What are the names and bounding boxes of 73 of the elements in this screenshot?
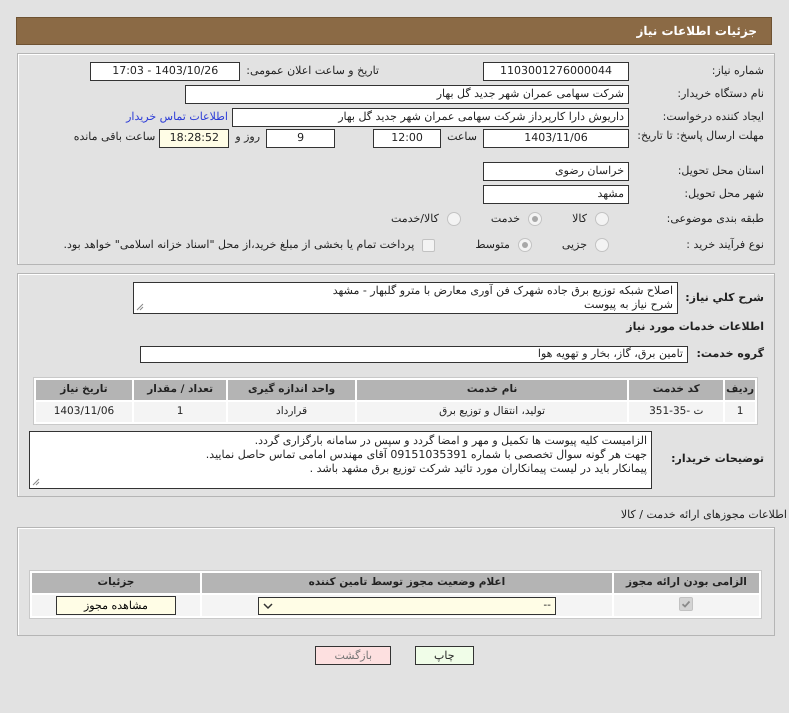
field-label: روز و — [235, 129, 260, 145]
table-cell: قرارداد — [228, 402, 355, 422]
column-header: ردیف — [725, 380, 755, 400]
text-field[interactable]: 1103001276000044 — [483, 62, 629, 80]
table-cell: 1403/11/06 — [36, 402, 132, 422]
text-field[interactable]: 9 — [266, 129, 336, 148]
contact-link[interactable]: اطلاعات تماس خریدار — [126, 108, 228, 126]
field-label: استان محل تحویل: — [676, 162, 765, 179]
text-field[interactable]: مشهد — [483, 184, 629, 204]
column-header: نام خدمت — [356, 380, 628, 400]
back-button[interactable]: بازگشت — [315, 646, 392, 665]
table-cell: 1 — [725, 402, 755, 422]
radio-label: جزیی — [562, 236, 587, 253]
text-line: اصلاح شبکه توزیع برق جاده شهرک فن آوری معارض با مترو گلبهار - مشهد — [332, 284, 673, 298]
field-label: ساعت باقی مانده — [74, 129, 156, 145]
field-label: گروه خدمت: — [695, 346, 765, 362]
radio-label: خدمت — [490, 210, 520, 227]
field-label: مهلت ارسال پاسخ: تا تاریخ: — [636, 129, 765, 142]
section-title: اطلاعات مجوزهای ارائه خدمت / کالا — [620, 508, 787, 520]
radio-button[interactable] — [595, 238, 609, 252]
notes-field[interactable] — [29, 430, 652, 488]
field-label: توضیحات خریدار: — [670, 451, 765, 468]
print-button[interactable]: چاپ — [415, 646, 474, 665]
text-field[interactable]: 12:00 — [373, 129, 442, 148]
text-field[interactable]: داریوش دارا کارپرداز شرکت سهامی عمران شهر جدید گل بهار — [232, 108, 629, 126]
resize-grip-icon[interactable] — [32, 478, 40, 486]
radio-label: کالا/خدمت — [391, 210, 439, 227]
checkmark-icon — [681, 598, 692, 609]
checkbox-label: پرداخت تمام یا بخشی از مبلغ خرید،از محل "اسناد خزانه اسلامی" خواهد بود. — [64, 236, 414, 253]
field-label: ایجاد کننده درخواست: — [662, 108, 765, 125]
text-line: شرح نیاز به پیوست — [583, 298, 673, 312]
radio-button[interactable] — [595, 212, 609, 226]
field-label: نام دستگاه خریدار: — [676, 86, 765, 102]
radio-label: کالا — [572, 210, 587, 227]
column-header: واحد اندازه گیری — [228, 380, 355, 400]
table-cell: ت -35-351 — [629, 402, 724, 422]
caret-icon — [262, 602, 273, 610]
field-label: نوع فرآیند خرید : — [685, 236, 765, 253]
field-label: ساعت — [447, 129, 477, 145]
radio-label: متوسط — [475, 236, 510, 253]
column-header: الزامی بودن ارائه مجوز — [614, 573, 759, 593]
column-header: جزئیات — [32, 573, 200, 593]
text-line: الزامیست کلیه پیوست ها تکمیل و مهر و امضا گردد و سپس در سامانه بارگزاری گردد. — [254, 434, 647, 448]
text-field[interactable]: 1403/11/06 — [483, 129, 629, 148]
radio-button[interactable] — [446, 212, 461, 226]
text-line: پیمانکار باید در لیست پیمانکاران مورد تائید شرکت توزیع برق مشهد باشد . — [308, 462, 647, 476]
text-field[interactable]: 1403/10/26 - 17:03 — [90, 62, 240, 80]
text-field[interactable]: تامین برق، گاز، بخار و تهویه هوا — [140, 346, 688, 363]
radio-button[interactable] — [528, 212, 542, 226]
column-header: تاریخ نیاز — [36, 380, 132, 400]
column-header: اعلام وضعیت مجوز توسط تامین کننده — [202, 573, 612, 593]
checkbox[interactable] — [422, 238, 436, 252]
view-license-button[interactable]: مشاهده مجوز — [56, 596, 176, 615]
column-header: تعداد / مقدار — [134, 380, 226, 400]
column-header: کد خدمت — [629, 380, 724, 400]
table-cell: 1 — [134, 402, 226, 422]
field-label: شرح کلي نياز: — [684, 290, 765, 306]
text-field[interactable]: شرکت سهامی عمران شهر جدید گل بهار — [185, 84, 629, 104]
resize-grip-icon[interactable] — [136, 303, 144, 311]
radio-button[interactable] — [518, 238, 532, 252]
status-dropdown[interactable]: -- — [258, 596, 556, 614]
section-title: اطلاعات خدمات مورد نیاز — [624, 319, 765, 335]
field-label: طبقه بندی موضوعی: — [666, 210, 765, 227]
text-field[interactable]: 18:28:52 — [159, 129, 230, 148]
description-field[interactable]: اصلاح شبکه توزیع برق جاده شهرک فن آوری معارض با مترو گلبهار - مشهد شرح نیاز به پیوست — [133, 282, 678, 314]
field-label: تاریخ و ساعت اعلان عمومی: — [246, 62, 379, 79]
text-field[interactable]: خراسان رضوی — [483, 162, 629, 180]
page-title: جزئیات اطلاعات نیاز — [636, 23, 757, 40]
checkbox[interactable] — [679, 596, 694, 611]
table-cell: تولید، انتقال و توزیع برق — [356, 402, 628, 422]
field-label: شهر محل تحویل: — [683, 186, 765, 202]
text-line: جهت هر گونه سوال تخصصی با شماره 09151035391 آقای مهندس امامی تماس حاصل نمایید. — [204, 448, 647, 462]
field-label: شماره نیاز: — [710, 62, 765, 79]
